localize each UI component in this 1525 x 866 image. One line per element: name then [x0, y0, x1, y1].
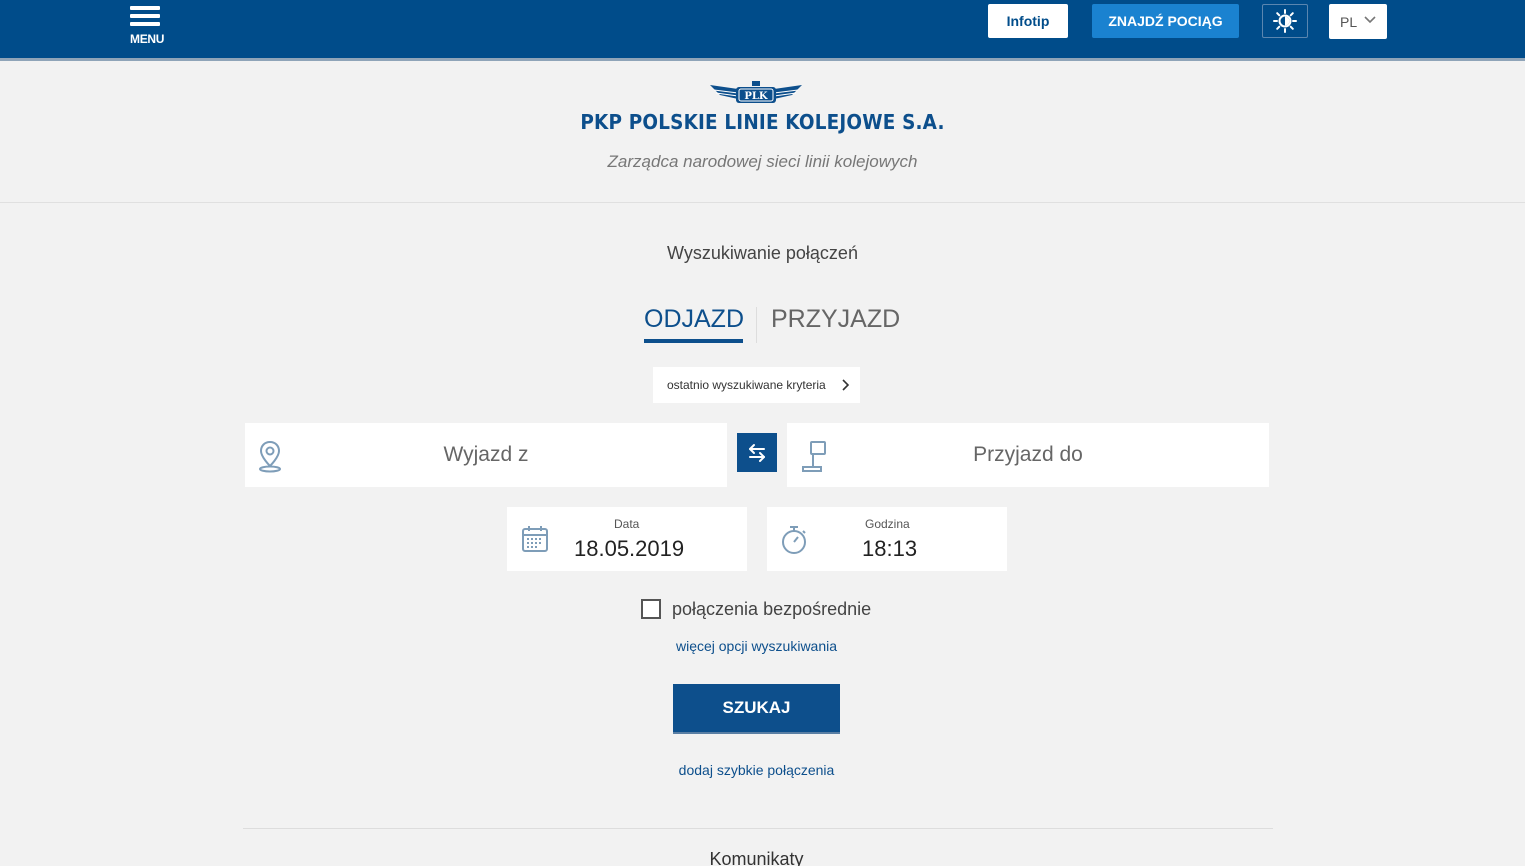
emblem-text: PLK	[744, 91, 768, 102]
time-field[interactable]: Godzina 18:13	[767, 507, 1007, 571]
calendar-icon	[522, 526, 548, 552]
contrast-toggle-button[interactable]	[1262, 4, 1308, 38]
direct-connections-checkbox[interactable]: połączenia bezpośrednie	[641, 597, 871, 621]
logo-header: PLK PKP POLSKIE LINIE KOLEJOWE S.A. Zarz…	[0, 64, 1525, 203]
tab-arrival[interactable]: PRZYJAZD	[771, 305, 900, 334]
tab-separator	[756, 307, 757, 343]
checkbox-box[interactable]	[641, 599, 661, 619]
hamburger-icon	[130, 6, 160, 26]
chevron-right-icon	[842, 379, 850, 391]
swap-arrows-icon	[749, 443, 765, 462]
recent-criteria-button[interactable]: ostatnio wyszukiwane kryteria	[653, 367, 860, 403]
tab-departure[interactable]: ODJAZD	[644, 305, 744, 334]
stopwatch-icon	[782, 526, 806, 554]
menu-button[interactable]: MENU	[128, 6, 168, 50]
date-label: Data	[614, 517, 640, 531]
menu-label: MENU	[130, 32, 165, 46]
language-select[interactable]: PL	[1329, 4, 1387, 39]
more-options-link[interactable]: więcej opcji wyszukiwania	[0, 638, 1513, 654]
direct-connections-label: połączenia bezpośrednie	[672, 598, 872, 619]
swap-stations-button[interactable]	[737, 433, 777, 472]
search-title: Wyszukiwanie połączeń	[667, 243, 858, 263]
add-fast-connections-link[interactable]: dodaj szybkie połączenia	[0, 762, 1513, 778]
active-tab-underline	[644, 339, 743, 343]
search-button[interactable]: SZUKAJ	[673, 684, 840, 734]
time-value: 18:13	[862, 536, 918, 561]
find-train-button[interactable]: ZNAJDŹ POCIĄG	[1092, 4, 1239, 38]
recent-criteria-label: ostatnio wyszukiwane kryteria	[667, 378, 826, 392]
announcements-title: Komunikaty	[709, 849, 804, 866]
tagline: Zarządca narodowej sieci linii kolejowyc…	[607, 152, 918, 171]
section-divider	[243, 828, 1273, 829]
direction-tabs: ODJAZD PRZYJAZD	[640, 305, 910, 345]
sun-icon	[1273, 9, 1297, 33]
language-value: PL	[1340, 13, 1358, 30]
top-bar: MENU Infotip ZNAJDŹ POCIĄG PL	[0, 0, 1525, 61]
company-name: PKP POLSKIE LINIE KOLEJOWE S.A.	[580, 110, 945, 134]
plk-logo-emblem: PLK	[710, 81, 802, 103]
infotip-button[interactable]: Infotip	[988, 4, 1068, 38]
date-value: 18.05.2019	[574, 536, 685, 561]
from-placeholder: Wyjazd z	[443, 443, 529, 466]
time-label: Godzina	[865, 517, 910, 531]
date-field[interactable]: Data 18.05.2019	[507, 507, 747, 571]
from-station-field[interactable]: Wyjazd z	[245, 423, 727, 487]
to-station-field[interactable]: Przyjazd do	[787, 423, 1269, 487]
to-placeholder: Przyjazd do	[973, 443, 1083, 466]
chevron-down-icon	[1364, 16, 1376, 24]
